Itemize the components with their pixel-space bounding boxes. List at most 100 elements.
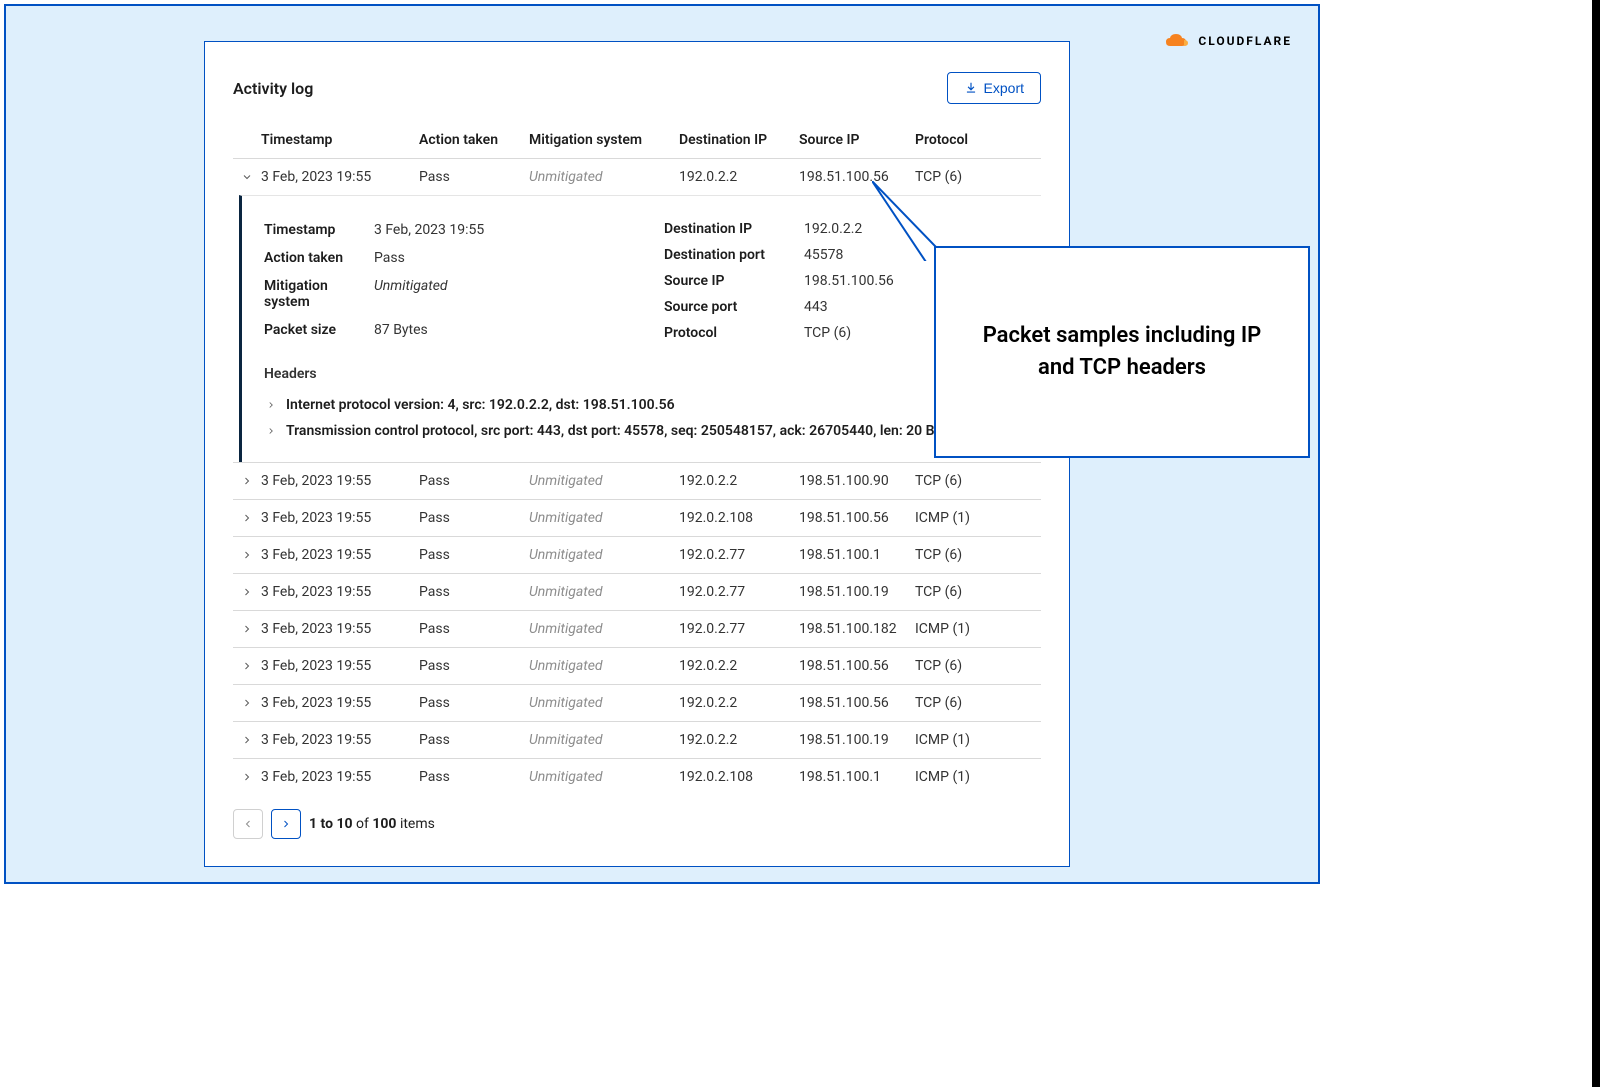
cell-src-ip: 198.51.100.56	[799, 169, 915, 185]
expand-toggle[interactable]	[233, 171, 261, 183]
cell-protocol: TCP (6)	[915, 658, 1041, 674]
page-total: 100	[372, 816, 396, 832]
expand-toggle[interactable]	[233, 586, 261, 598]
cell-timestamp: 3 Feb, 2023 19:55	[261, 584, 419, 600]
cell-protocol: ICMP (1)	[915, 732, 1041, 748]
cell-protocol: TCP (6)	[915, 473, 1041, 489]
cell-mitigation: Unmitigated	[529, 169, 679, 185]
label-src-ip: Source IP	[664, 268, 804, 294]
header-line[interactable]: Transmission control protocol, src port:…	[264, 418, 1041, 444]
expand-toggle[interactable]	[233, 549, 261, 561]
table-row[interactable]: 3 Feb, 2023 19:55PassUnmitigated192.0.2.…	[233, 499, 1041, 536]
value-timestamp: 3 Feb, 2023 19:55	[374, 216, 484, 244]
cell-mitigation: Unmitigated	[529, 584, 679, 600]
table-row[interactable]: 3 Feb, 2023 19:55PassUnmitigated192.0.2.…	[233, 684, 1041, 721]
outer-frame: CLOUDFLARE Activity log Export Timestamp…	[4, 4, 1320, 884]
col-dst-ip: Destination IP	[679, 132, 799, 148]
cell-action: Pass	[419, 584, 529, 600]
cell-dst-ip: 192.0.2.77	[679, 621, 799, 637]
label-src-port: Source port	[664, 294, 804, 320]
cell-action: Pass	[419, 732, 529, 748]
cell-mitigation: Unmitigated	[529, 473, 679, 489]
brand-name: CLOUDFLARE	[1198, 34, 1292, 48]
cell-src-ip: 198.51.100.1	[799, 769, 915, 785]
cell-protocol: ICMP (1)	[915, 510, 1041, 526]
cell-protocol: ICMP (1)	[915, 769, 1041, 785]
cell-timestamp: 3 Feb, 2023 19:55	[261, 510, 419, 526]
export-button[interactable]: Export	[947, 72, 1041, 104]
expand-toggle[interactable]	[233, 512, 261, 524]
table-row[interactable]: 3 Feb, 2023 19:55PassUnmitigated192.0.2.…	[233, 158, 1041, 195]
cell-dst-ip: 192.0.2.2	[679, 658, 799, 674]
cell-src-ip: 198.51.100.1	[799, 547, 915, 563]
cell-protocol: TCP (6)	[915, 169, 1041, 185]
expand-toggle[interactable]	[233, 475, 261, 487]
cell-dst-ip: 192.0.2.2	[679, 169, 799, 185]
cell-dst-ip: 192.0.2.2	[679, 732, 799, 748]
header-text: Internet protocol version: 4, src: 192.0…	[286, 397, 675, 413]
table-row[interactable]: 3 Feb, 2023 19:55PassUnmitigated192.0.2.…	[233, 573, 1041, 610]
export-label: Export	[984, 80, 1024, 96]
chevron-right-icon	[280, 818, 292, 830]
next-page-button[interactable]	[271, 809, 301, 839]
label-action: Action taken	[264, 244, 374, 272]
value-mitigation: Unmitigated	[374, 272, 448, 316]
col-protocol: Protocol	[915, 132, 1041, 148]
chevron-left-icon	[242, 818, 254, 830]
activity-log-table: Timestamp Action taken Mitigation system…	[233, 126, 1041, 795]
cell-timestamp: 3 Feb, 2023 19:55	[261, 473, 419, 489]
value-src-ip: 198.51.100.56	[804, 268, 894, 294]
col-src-ip: Source IP	[799, 132, 915, 148]
expand-toggle[interactable]	[233, 660, 261, 672]
table-row[interactable]: 3 Feb, 2023 19:55PassUnmitigated192.0.2.…	[233, 536, 1041, 573]
expanded-details: Timestamp3 Feb, 2023 19:55Action takenPa…	[239, 195, 1041, 462]
table-row[interactable]: 3 Feb, 2023 19:55PassUnmitigated192.0.2.…	[233, 647, 1041, 684]
cell-mitigation: Unmitigated	[529, 658, 679, 674]
cloud-icon	[1164, 32, 1192, 50]
cell-dst-ip: 192.0.2.2	[679, 473, 799, 489]
value-dst-ip: 192.0.2.2	[804, 216, 862, 242]
cell-timestamp: 3 Feb, 2023 19:55	[261, 621, 419, 637]
label-dst-ip: Destination IP	[664, 216, 804, 242]
cell-mitigation: Unmitigated	[529, 769, 679, 785]
cell-timestamp: 3 Feb, 2023 19:55	[261, 732, 419, 748]
cell-timestamp: 3 Feb, 2023 19:55	[261, 547, 419, 563]
headers-title: Headers	[264, 366, 1041, 382]
col-action: Action taken	[419, 132, 529, 148]
cell-mitigation: Unmitigated	[529, 621, 679, 637]
callout-text: Packet samples including IP and TCP head…	[964, 320, 1280, 384]
pagination: 1 to 10 of 100 items	[233, 809, 1041, 839]
label-packet-size: Packet size	[264, 316, 374, 344]
cell-src-ip: 198.51.100.56	[799, 658, 915, 674]
cell-action: Pass	[419, 510, 529, 526]
table-row[interactable]: 3 Feb, 2023 19:55PassUnmitigated192.0.2.…	[233, 462, 1041, 499]
annotation-callout: Packet samples including IP and TCP head…	[934, 246, 1310, 458]
expand-toggle[interactable]	[233, 697, 261, 709]
expand-toggle[interactable]	[233, 734, 261, 746]
cell-action: Pass	[419, 769, 529, 785]
table-row[interactable]: 3 Feb, 2023 19:55PassUnmitigated192.0.2.…	[233, 758, 1041, 795]
prev-page-button[interactable]	[233, 809, 263, 839]
header-line[interactable]: Internet protocol version: 4, src: 192.0…	[264, 392, 1041, 418]
table-row[interactable]: 3 Feb, 2023 19:55PassUnmitigated192.0.2.…	[233, 610, 1041, 647]
cell-dst-ip: 192.0.2.108	[679, 769, 799, 785]
brand-logo: CLOUDFLARE	[1164, 32, 1292, 50]
label-timestamp: Timestamp	[264, 216, 374, 244]
value-action: Pass	[374, 244, 405, 272]
cell-dst-ip: 192.0.2.2	[679, 695, 799, 711]
expand-toggle[interactable]	[233, 623, 261, 635]
cell-src-ip: 198.51.100.182	[799, 621, 915, 637]
cell-mitigation: Unmitigated	[529, 695, 679, 711]
panel-title: Activity log	[233, 79, 313, 98]
expand-toggle[interactable]	[233, 771, 261, 783]
col-timestamp: Timestamp	[261, 132, 419, 148]
table-row[interactable]: 3 Feb, 2023 19:55PassUnmitigated192.0.2.…	[233, 721, 1041, 758]
cell-dst-ip: 192.0.2.77	[679, 584, 799, 600]
cell-action: Pass	[419, 547, 529, 563]
cell-action: Pass	[419, 658, 529, 674]
cell-timestamp: 3 Feb, 2023 19:55	[261, 169, 419, 185]
cell-action: Pass	[419, 169, 529, 185]
value-packet-size: 87 Bytes	[374, 316, 428, 344]
cell-timestamp: 3 Feb, 2023 19:55	[261, 695, 419, 711]
cell-mitigation: Unmitigated	[529, 732, 679, 748]
